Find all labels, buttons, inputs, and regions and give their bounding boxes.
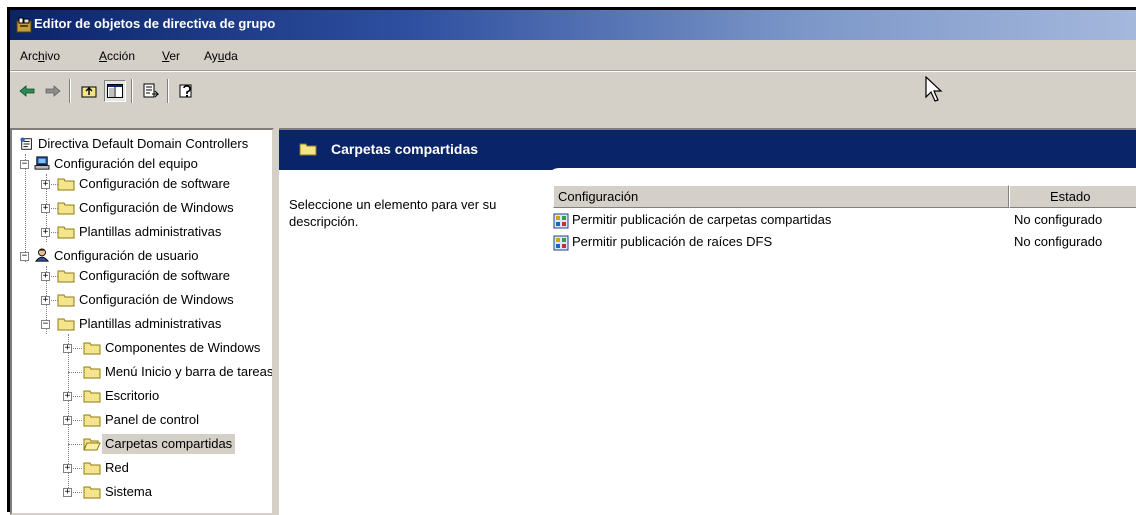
folder-icon [83,390,101,403]
policy-setting-icon [553,213,569,229]
gpedit-app-icon [16,17,32,33]
column-header-estado[interactable]: Estado [1009,185,1136,208]
policy-scroll-icon [20,137,32,150]
policy-state: No configurado [1014,234,1103,249]
policy-name: Permitir publicación de raíces DFS [572,234,773,249]
user-icon [34,248,50,262]
tree-label: Configuración del equipo [54,156,198,171]
collapse-toggle[interactable]: − [20,252,29,261]
folder-icon [83,366,101,379]
export-list-icon [143,83,159,98]
expand-toggle[interactable]: + [41,296,50,305]
tree-label: Configuración de usuario [54,248,199,263]
toolbar-separator [167,79,169,103]
expand-toggle[interactable]: + [63,392,72,401]
tree-label: Plantillas administrativas [79,224,222,239]
toolbar-separator [131,79,133,103]
folder-icon [83,342,101,355]
menu-ayuda[interactable]: Ayuda [204,49,238,63]
toolbar-separator [69,79,71,103]
expand-toggle[interactable]: + [63,488,72,497]
console-tree[interactable]: Directiva Default Domain Controllers − C… [10,128,274,515]
back-arrow-icon [19,85,35,97]
list-item[interactable]: Permitir publicación de carpetas compart… [553,209,831,231]
folder-icon [83,414,101,427]
folder-icon [57,178,75,191]
menu-archivo[interactable]: Archivo [20,49,60,63]
tree-label: Configuración de software [79,176,231,191]
folder-icon [57,226,75,239]
console-tree-icon [107,84,123,98]
window-title: Editor de objetos de directiva de grupo [34,16,276,31]
folder-icon [83,462,101,475]
expand-toggle[interactable]: + [63,416,72,425]
gpedit-window: Editor de objetos de directiva de grupo … [7,7,1136,515]
collapse-toggle[interactable]: − [20,160,29,169]
folder-icon [83,486,101,499]
tree-label: Escritorio [105,388,160,403]
expand-toggle[interactable]: + [41,180,50,189]
folder-icon [57,270,75,283]
details-pane: Carpetas compartidas Seleccione un eleme… [279,128,1136,515]
details-header: Carpetas compartidas [279,130,1136,170]
policy-name: Permitir publicación de carpetas compart… [572,212,832,227]
computer-icon [34,156,50,170]
expand-toggle[interactable]: + [41,228,50,237]
tree-label: Plantillas administrativas [79,316,222,331]
show-hide-tree-button[interactable] [104,80,126,102]
tree-label: Red [105,460,129,475]
export-list-button[interactable] [140,80,162,102]
expand-toggle[interactable]: + [63,344,72,353]
title-bar[interactable]: Editor de objetos de directiva de grupo [10,10,1136,40]
menu-bar: Archivo Acción Ver Ayuda [10,41,1136,71]
folder-icon [299,143,317,156]
tree-label: Configuración de Windows [79,292,234,307]
open-folder-icon [83,438,101,451]
tree-label-selected: Carpetas compartidas [102,434,236,454]
tree-label: Directiva Default Domain Controllers [38,136,249,151]
tree-label: Configuración de software [79,268,231,283]
folder-icon [57,202,75,215]
mouse-cursor-icon [925,76,943,102]
expand-toggle[interactable]: + [41,204,50,213]
policy-state: No configurado [1014,212,1103,227]
details-title: Carpetas compartidas [331,141,479,157]
up-folder-icon [81,86,97,98]
list-header: Configuración Estado [553,185,1136,208]
back-button[interactable] [16,80,38,102]
collapse-toggle[interactable]: − [41,320,50,329]
tree-label: Menú Inicio y barra de tareas [105,364,274,379]
forward-arrow-icon [45,85,61,97]
menu-ver[interactable]: Ver [162,49,180,63]
tree-label: Panel de control [105,412,199,427]
toolbar [10,71,1136,109]
column-header-configuracion[interactable]: Configuración [553,185,1009,208]
expand-toggle[interactable]: + [41,272,50,281]
list-item[interactable]: Permitir publicación de raíces DFS [553,231,772,253]
header-curve [547,168,1136,180]
folder-icon [57,318,75,331]
help-button[interactable] [176,80,198,102]
tree-label: Componentes de Windows [105,340,261,355]
help-icon [179,84,192,98]
tree-label: Sistema [105,484,152,499]
tree-label: Configuración de Windows [79,200,234,215]
up-one-level-button[interactable] [78,80,100,102]
forward-button[interactable] [42,80,64,102]
menu-accion[interactable]: Acción [99,49,135,63]
description-text: Seleccione un elemento para ver su descr… [289,197,497,229]
expand-toggle[interactable]: + [63,464,72,473]
folder-icon [57,294,75,307]
policy-setting-icon [553,235,569,251]
